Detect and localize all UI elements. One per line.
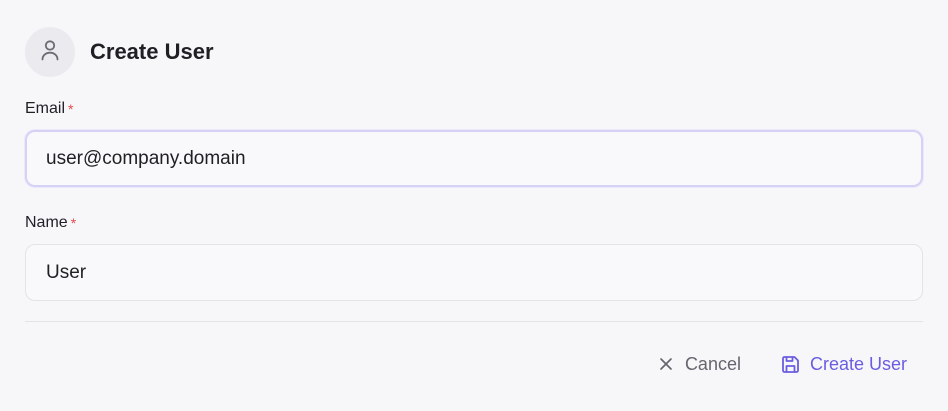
name-required-mark: * <box>70 215 77 231</box>
create-user-dialog: Create User Email* Name* Cancel <box>0 0 948 411</box>
email-input[interactable] <box>25 130 923 187</box>
user-icon <box>40 39 60 66</box>
name-field-group: Name * <box>25 212 923 301</box>
name-label: Name * <box>25 212 923 234</box>
create-user-button[interactable]: Create User <box>781 354 907 375</box>
dialog-header: Create User <box>25 26 923 78</box>
email-required-mark: * <box>68 101 74 117</box>
create-user-button-label: Create User <box>809 353 907 374</box>
email-label-text: Email <box>25 100 66 117</box>
close-icon <box>656 354 676 374</box>
avatar <box>25 27 75 77</box>
email-label: Email * <box>25 98 923 120</box>
name-input[interactable] <box>25 244 923 301</box>
cancel-button-label: Cancel <box>684 353 741 374</box>
cancel-button[interactable]: Cancel <box>656 354 741 375</box>
dialog-title: Create User <box>90 39 214 64</box>
dialog-footer: Cancel Create User <box>25 322 923 406</box>
save-icon <box>781 354 801 374</box>
email-field-group: Email * <box>25 98 923 187</box>
name-label-text: Name <box>25 214 68 231</box>
